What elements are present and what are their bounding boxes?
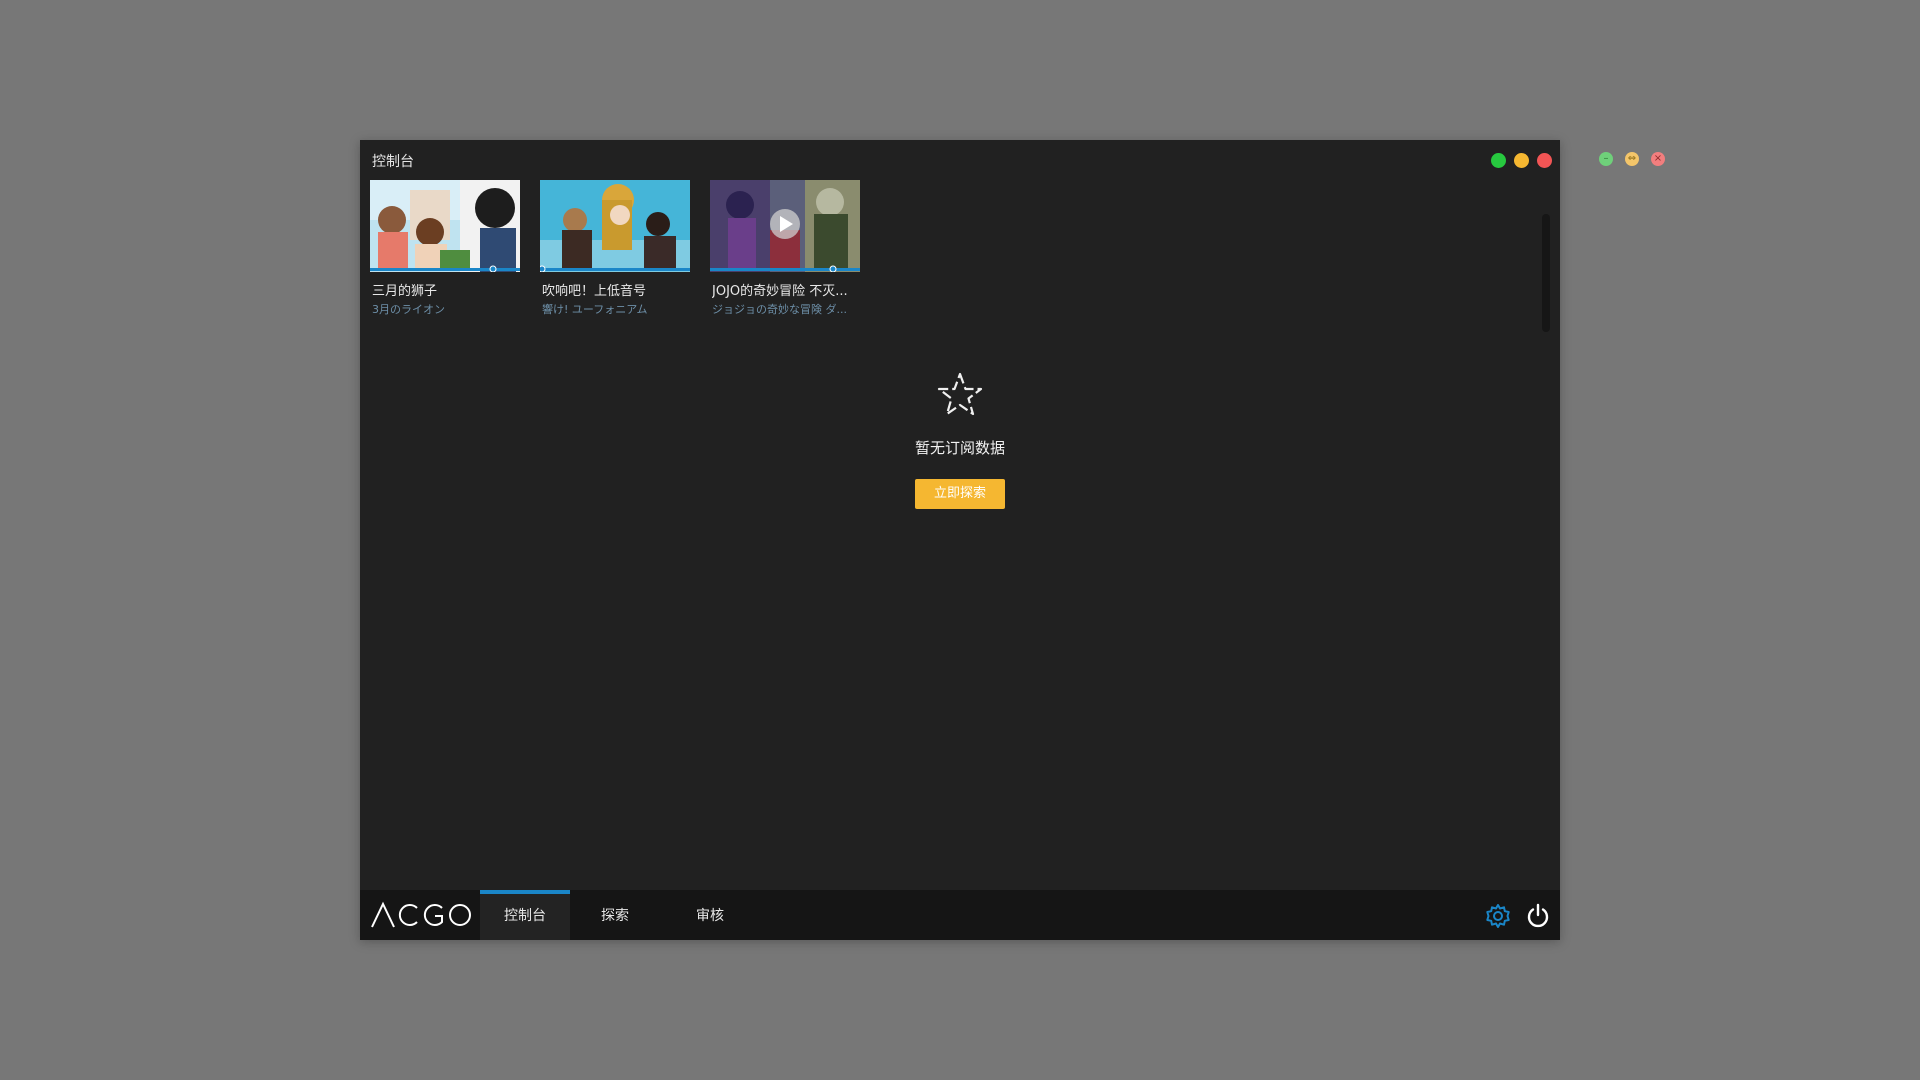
star-outline-icon [934, 370, 986, 426]
window-minimize-button[interactable] [1491, 153, 1506, 168]
settings-gear-icon[interactable] [1484, 902, 1512, 930]
empty-state-message: 暂无订阅数据 [914, 439, 1005, 457]
tab-review[interactable]: 审核 [660, 890, 760, 940]
acgo-logo [370, 901, 472, 933]
anime-title: JOJO的奇妙冒险 不灭... [712, 284, 848, 299]
anime-thumbnail-image[interactable] [710, 180, 860, 272]
window-close-button[interactable] [1537, 153, 1552, 168]
anime-original-title: ジョジョの奇妙な冒険 ダ... [712, 303, 847, 316]
anime-thumbnail-image[interactable] [540, 180, 690, 272]
anime-title: 吹响吧！上低音号 [542, 284, 647, 299]
tab-explore[interactable]: 探索 [570, 890, 660, 940]
window-title: 控制台 [372, 154, 414, 170]
external-minimize-button[interactable]: – [1599, 152, 1613, 166]
app-window: 控制台 三月的狮子 3月のライオン 吹响吧！上低音号 響け! ユーフォニアム J… [360, 140, 1560, 940]
external-close-button[interactable]: × [1651, 152, 1665, 166]
anime-title: 三月的狮子 [372, 284, 438, 299]
bottom-navigation-bar: 控制台 探索 审核 [360, 890, 1560, 940]
power-icon[interactable] [1524, 902, 1552, 930]
vertical-scrollbar[interactable] [1542, 214, 1550, 332]
tab-console[interactable]: 控制台 [480, 890, 570, 940]
title-bar: 控制台 [360, 140, 1560, 180]
explore-now-button[interactable]: 立即探索 [915, 479, 1005, 509]
anime-original-title: 響け! ユーフォニアム [542, 303, 648, 316]
anime-original-title: 3月のライオン [372, 303, 445, 316]
external-maximize-button[interactable]: ⇔ [1625, 152, 1639, 166]
anime-thumbnail-image[interactable] [370, 180, 520, 272]
window-maximize-button[interactable] [1514, 153, 1529, 168]
